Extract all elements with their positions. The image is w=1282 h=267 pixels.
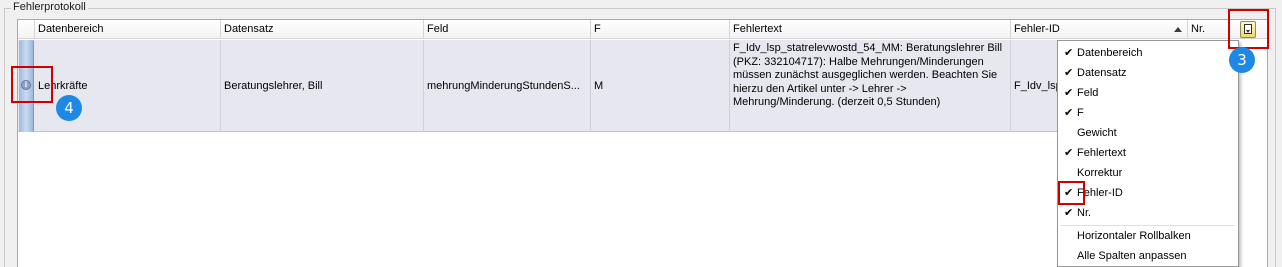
column-header-datenbereich[interactable]: Datenbereich — [35, 20, 221, 39]
menu-item-fehlertext[interactable]: ✔ Fehlertext — [1058, 143, 1238, 163]
column-header-fehler-id-label: Fehler-ID — [1014, 23, 1060, 35]
cell-fehlertext[interactable]: F_Idv_lsp_statrelevwostd_54_MM: Beratung… — [730, 40, 1011, 132]
menu-item-datenbereich[interactable]: ✔ Datenbereich — [1058, 43, 1238, 63]
cell-datensatz[interactable]: Beratungslehrer, Bill — [221, 40, 424, 132]
menu-item-datensatz[interactable]: ✔ Datensatz — [1058, 63, 1238, 83]
menu-item-feld[interactable]: ✔ Feld — [1058, 83, 1238, 103]
highlight-column-chooser — [1228, 9, 1269, 49]
menu-item-nr[interactable]: ✔ Nr. — [1058, 203, 1238, 223]
cell-feld[interactable]: mehrungMinderungStundenS... — [424, 40, 591, 132]
column-header-fehler-id[interactable]: Fehler-ID — [1011, 20, 1188, 39]
menu-item-fehler-id[interactable]: ✔ Fehler-ID — [1058, 183, 1238, 203]
cell-fehler-id[interactable]: F_Idv_lsp — [1011, 40, 1058, 132]
menu-item-label: Datensatz — [1077, 67, 1127, 79]
callout-badge-3: 3 — [1229, 47, 1255, 73]
highlight-row-selector — [11, 66, 53, 103]
highlight-fehler-id-checkbox — [1058, 181, 1085, 205]
menu-item-label: Feld — [1077, 87, 1099, 99]
menu-item-label: Datenbereich — [1077, 47, 1143, 59]
cell-f[interactable]: M — [591, 40, 730, 132]
menu-item-horizontal-scrollbar[interactable]: Horizontaler Rollbalken — [1058, 226, 1238, 246]
column-chooser-menu: ✔ Datenbereich ✔ Datensatz ✔ Feld ✔ F Ge… — [1057, 40, 1239, 267]
menu-item-label: Nr. — [1077, 207, 1092, 219]
checkmark-icon: ✔ — [1064, 87, 1074, 99]
checkmark-icon: ✔ — [1064, 47, 1074, 59]
checkmark-icon: ✔ — [1064, 207, 1074, 219]
menu-item-korrektur[interactable]: Korrektur — [1058, 163, 1238, 183]
menu-item-label: F — [1077, 107, 1084, 119]
column-header-f[interactable]: F — [591, 20, 730, 39]
column-header-datensatz[interactable]: Datensatz — [221, 20, 424, 39]
sort-ascending-icon — [1174, 27, 1182, 32]
menu-item-gewicht[interactable]: Gewicht — [1058, 123, 1238, 143]
checkmark-icon: ✔ — [1064, 67, 1074, 79]
column-header-feld[interactable]: Feld — [424, 20, 591, 39]
checkmark-icon: ✔ — [1064, 147, 1074, 159]
grid-header: Datenbereich Datensatz Feld F Fehlertext… — [18, 20, 1267, 39]
column-header-fehlertext[interactable]: Fehlertext — [730, 20, 1011, 39]
header-row-selector-cell — [18, 20, 35, 39]
callout-badge-4: 4 — [56, 95, 82, 121]
menu-item-label: Fehlertext — [1077, 147, 1126, 159]
groupbox-title: Fehlerprotokoll — [11, 1, 88, 13]
menu-item-label: Gewicht — [1077, 127, 1117, 139]
menu-item-label: Korrektur — [1077, 167, 1123, 179]
menu-item-f[interactable]: ✔ F — [1058, 103, 1238, 123]
table-row[interactable]: i Lehrkräfte Beratungslehrer, Bill mehru… — [18, 40, 1058, 132]
menu-item-fit-all-columns[interactable]: Alle Spalten anpassen — [1058, 246, 1238, 266]
checkmark-icon: ✔ — [1064, 107, 1074, 119]
